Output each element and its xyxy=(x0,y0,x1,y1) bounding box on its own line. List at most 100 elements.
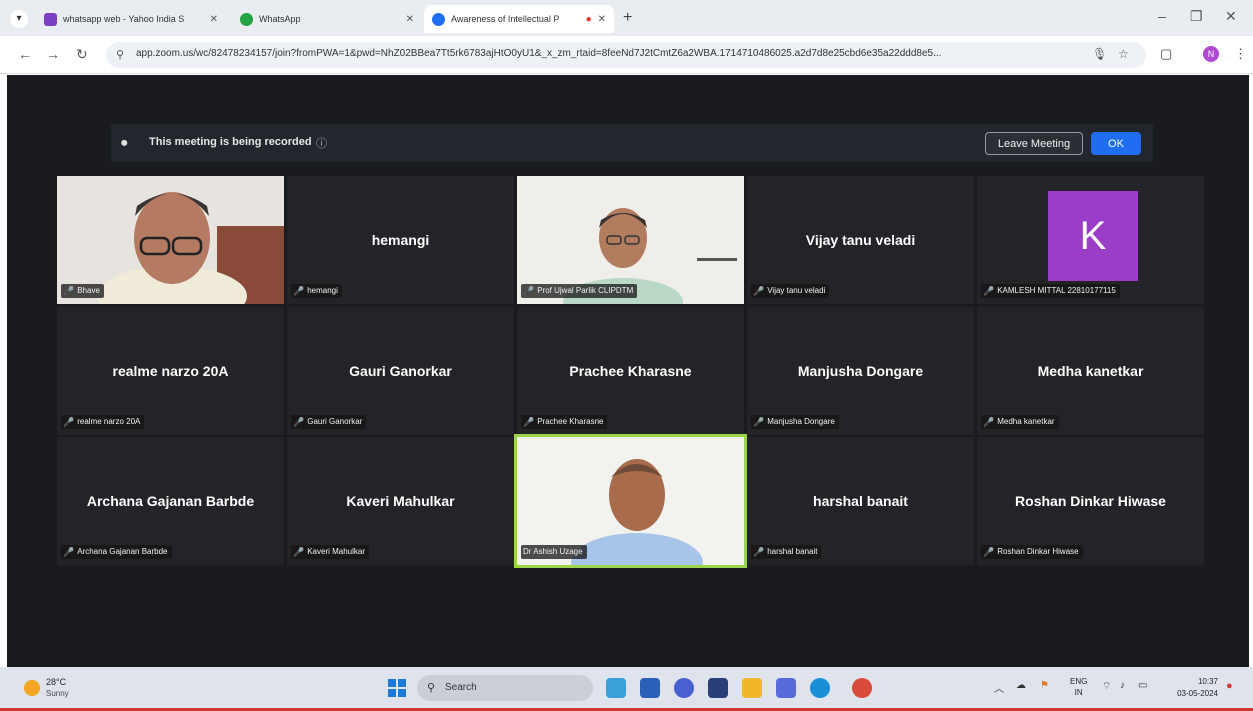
participant-name: hemangi xyxy=(307,286,338,295)
mic-muted-icon: 🎤 xyxy=(293,547,305,557)
battery-icon[interactable]: ▭ xyxy=(1138,680,1147,691)
tab-search-icon[interactable]: ▾ xyxy=(10,10,28,28)
windows-taskbar: 28°C Sunny ⚲ Search ︿ ☁ ⚑ ENG IN ⌔ ♪ ▭ 1… xyxy=(0,667,1253,711)
mic-muted-icon: 🎤 xyxy=(983,417,995,427)
weather-condition[interactable]: Sunny xyxy=(46,689,69,698)
search-label: Search xyxy=(445,682,477,693)
participant-name: Bhave xyxy=(77,286,100,295)
extensions-icon[interactable]: ▢ xyxy=(1160,46,1172,62)
mic-muted-icon: 🎤 xyxy=(523,417,535,427)
participant-tile-roshan[interactable]: Roshan Dinkar Hiwase 🎤 Roshan Dinkar Hiwa… xyxy=(977,437,1204,565)
profile-avatar[interactable]: N xyxy=(1203,46,1219,62)
tab-label: WhatsApp xyxy=(259,14,301,24)
participant-name: Archana Gajanan Barbde xyxy=(77,547,168,556)
close-tab-icon[interactable]: ✕ xyxy=(598,14,606,25)
restore-icon[interactable]: ❐ xyxy=(1190,8,1203,25)
minimize-icon[interactable]: – xyxy=(1158,8,1166,24)
participant-name-tag: 🎤 hemangi xyxy=(291,284,342,298)
wifi-icon[interactable]: ⌔ xyxy=(1102,680,1111,693)
close-window-icon[interactable]: ✕ xyxy=(1225,8,1237,25)
forward-icon[interactable]: → xyxy=(46,46,60,62)
menu-kebab-icon[interactable]: ⋮ xyxy=(1234,46,1247,62)
participant-tile-vijay[interactable]: Vijay tanu veladi 🎤 Vijay tanu veladi xyxy=(747,176,974,304)
taskbar-search[interactable]: ⚲ Search xyxy=(417,675,593,701)
participant-name-tag: 🎤 Gauri Ganorkar xyxy=(291,415,367,429)
file-explorer-icon[interactable] xyxy=(742,678,762,698)
volume-icon[interactable]: ♪ xyxy=(1120,680,1125,691)
site-info-icon[interactable]: ⚲ xyxy=(116,48,124,61)
new-tab-button[interactable]: + xyxy=(623,9,632,27)
tab-zoom-meeting[interactable]: Awareness of Intellectual P ● ✕ xyxy=(424,5,614,33)
chrome-browser-icon[interactable] xyxy=(852,678,872,698)
onedrive-icon[interactable]: ☁ xyxy=(1016,680,1026,691)
participant-tile-kamlesh[interactable]: K 🎤 KAMLESH MITTAL 22810177115 xyxy=(977,176,1204,304)
yahoo-favicon-icon xyxy=(44,12,57,26)
participant-tile-prof-ujwal[interactable]: 🎤 Prof Ujwal Parlik CLIPDTM xyxy=(517,176,744,304)
mic-icon[interactable]: 🎙 xyxy=(1092,47,1107,61)
bookmark-star-icon[interactable]: ☆ xyxy=(1118,47,1129,61)
participant-name: harshal banait xyxy=(767,547,818,556)
leave-meeting-button[interactable]: Leave Meeting xyxy=(985,132,1083,155)
participant-tile-hemangi[interactable]: hemangi 🎤 hemangi xyxy=(287,176,514,304)
mic-muted-icon: 🎤 xyxy=(293,417,305,427)
mic-muted-icon: 🎤 xyxy=(293,286,305,296)
participant-tile-manjusha[interactable]: Manjusha Dongare 🎤 Manjusha Dongare xyxy=(747,307,974,435)
tab-whatsapp-search[interactable]: whatsapp web - Yahoo India S ✕ xyxy=(36,5,226,33)
participant-display-name: Archana Gajanan Barbde xyxy=(86,493,255,509)
close-tab-icon[interactable]: ✕ xyxy=(406,14,414,25)
participant-name: Gauri Ganorkar xyxy=(307,417,363,426)
tray-overflow-icon[interactable]: ︿ xyxy=(994,680,1004,695)
back-icon[interactable]: ← xyxy=(18,46,32,62)
mail-app-icon[interactable] xyxy=(776,678,796,698)
participant-name: Kaveri Mahulkar xyxy=(307,547,366,556)
participant-name: Roshan Dinkar Hiwase xyxy=(997,547,1079,556)
tab-whatsapp[interactable]: WhatsApp ✕ xyxy=(232,5,422,33)
ok-button[interactable]: OK xyxy=(1091,132,1141,155)
language-code: ENG xyxy=(1070,677,1088,686)
participant-tile-medha[interactable]: Medha kanetkar 🎤 Medha kanetkar xyxy=(977,307,1204,435)
reload-icon[interactable]: ↻ xyxy=(76,46,88,63)
participant-tile-bhave[interactable]: 🎤 Bhave xyxy=(57,176,284,304)
widgets-app-icon[interactable] xyxy=(606,678,626,698)
participant-name-tag: 🎤 Vijay tanu veladi xyxy=(751,284,830,298)
participant-display-name: hemangi xyxy=(371,232,430,248)
participant-tile-archana[interactable]: Archana Gajanan Barbde 🎤 Archana Gajanan … xyxy=(57,437,284,565)
task-view-icon[interactable] xyxy=(640,678,660,698)
participant-tile-prachee[interactable]: Prachee Kharasne 🎤 Prachee Kharasne xyxy=(517,307,744,435)
windows-start-icon[interactable] xyxy=(388,679,406,697)
participant-name-tag: 🎤 Archana Gajanan Barbde xyxy=(61,545,172,559)
participant-name: realme narzo 20A xyxy=(77,417,141,426)
participant-tile-kaveri[interactable]: Kaveri Mahulkar 🎤 Kaveri Mahulkar xyxy=(287,437,514,565)
participant-tile-dr-ashish[interactable]: Dr Ashish Uzage xyxy=(514,434,747,568)
weather-temperature[interactable]: 28°C xyxy=(46,677,66,687)
recording-notice: This meeting is being recorded xyxy=(149,136,312,148)
edge-browser-icon[interactable] xyxy=(810,678,830,698)
mic-muted-icon: 🎤 xyxy=(523,286,535,296)
info-icon[interactable]: ⓘ xyxy=(316,135,327,151)
mic-muted-icon: 🎤 xyxy=(63,286,75,296)
browser-toolbar: ← → ↻ ⚲ app.zoom.us/wc/82478234157/join?… xyxy=(0,36,1253,74)
close-tab-icon[interactable]: ✕ xyxy=(210,14,218,25)
mic-muted-icon: 🎤 xyxy=(753,286,765,296)
url-text[interactable]: app.zoom.us/wc/82478234157/join?fromPWA=… xyxy=(136,48,1086,59)
participant-tile-realme[interactable]: realme narzo 20A 🎤 realme narzo 20A xyxy=(57,307,284,435)
store-app-icon[interactable] xyxy=(708,678,728,698)
teams-app-icon[interactable] xyxy=(674,678,694,698)
address-bar[interactable]: ⚲ app.zoom.us/wc/82478234157/join?fromPW… xyxy=(106,42,1146,68)
language-indicator[interactable]: ENG IN xyxy=(1070,676,1087,698)
participant-avatar: K xyxy=(1048,191,1138,281)
participant-name-tag: 🎤 Medha kanetkar xyxy=(981,415,1059,429)
participant-name-tag: 🎤 Kaveri Mahulkar xyxy=(291,545,370,559)
sun-icon[interactable] xyxy=(24,680,40,696)
security-icon[interactable]: ⚑ xyxy=(1040,680,1049,691)
participant-name-tag: 🎤 harshal banait xyxy=(751,545,822,559)
system-clock[interactable]: 10:37 03-05-2024 xyxy=(1170,676,1218,700)
participant-name-tag: 🎤 Bhave xyxy=(61,284,104,298)
mic-muted-icon: 🎤 xyxy=(753,547,765,557)
participant-tile-harshal[interactable]: harshal banait 🎤 harshal banait xyxy=(747,437,974,565)
participant-tile-gauri[interactable]: Gauri Ganorkar 🎤 Gauri Ganorkar xyxy=(287,307,514,435)
participant-name-tag: 🎤 realme narzo 20A xyxy=(61,415,145,429)
zoom-meeting-area: ⏺ This meeting is being recorded ⓘ Leave… xyxy=(7,75,1249,667)
notification-bell-icon[interactable]: ● xyxy=(1226,680,1233,692)
mic-muted-icon: 🎤 xyxy=(753,417,765,427)
